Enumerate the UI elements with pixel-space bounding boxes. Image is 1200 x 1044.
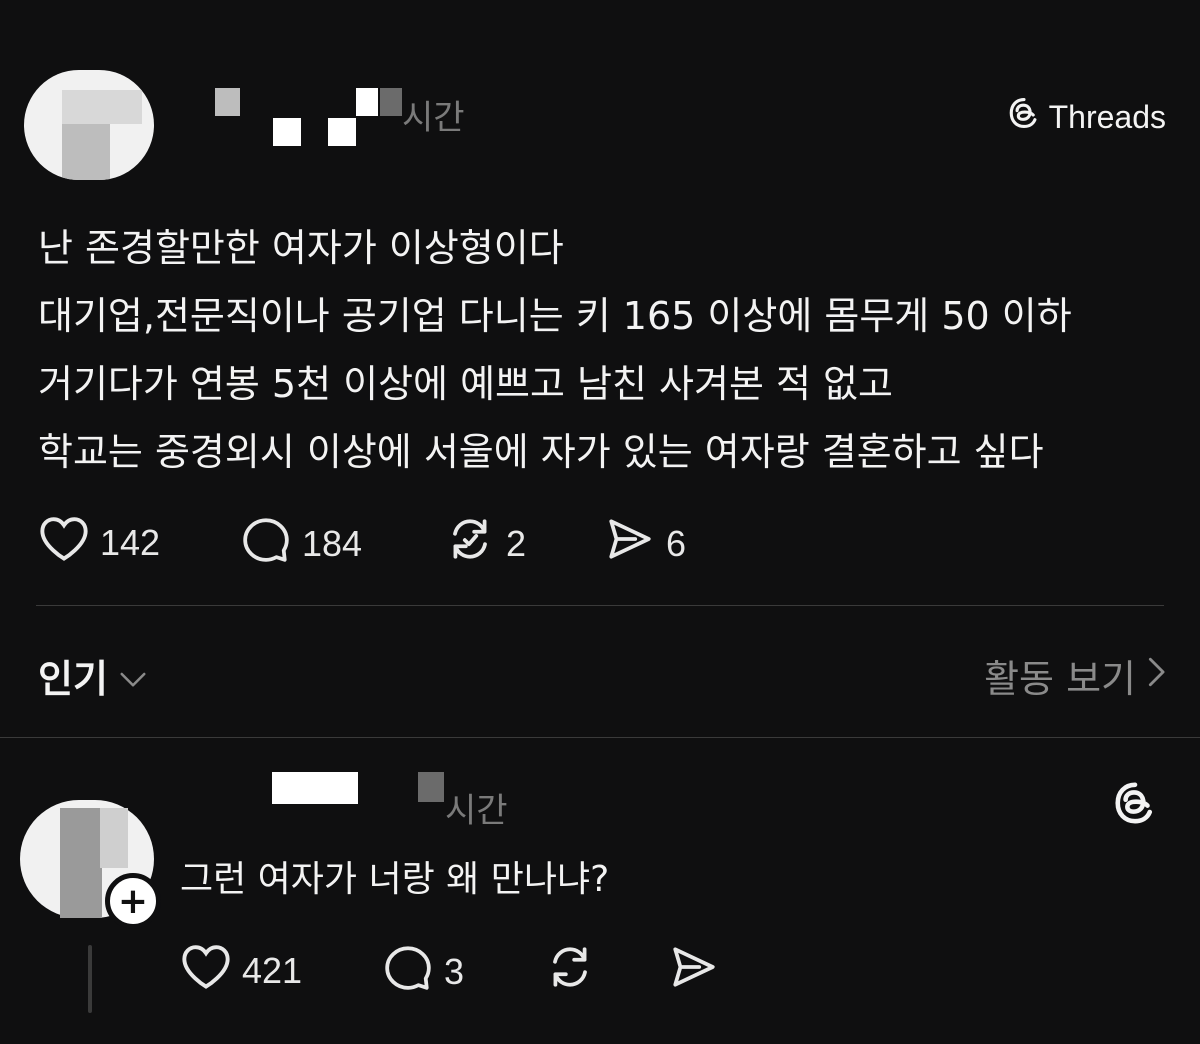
avatar-pixelation (60, 808, 102, 918)
reply-text: 그런 여자가 너랑 왜 만나냐? (180, 859, 610, 900)
heart-icon (180, 942, 232, 999)
send-icon (604, 514, 656, 573)
repost-button[interactable]: 2 (444, 514, 526, 573)
mosaic-block (273, 118, 301, 146)
post-time: 시간 (402, 98, 465, 138)
plus-icon: + (117, 880, 149, 922)
comment-count: 184 (302, 522, 363, 564)
mosaic-block (272, 772, 358, 804)
mosaic-block (380, 88, 402, 116)
post-text: 난 존경할만한 여자가 이상형이다 대기업,전문직이나 공기업 다니는 키 16… (38, 226, 1072, 474)
repost-icon (444, 514, 496, 573)
heart-icon (38, 514, 90, 571)
author-avatar[interactable] (24, 70, 154, 180)
like-button[interactable]: 142 (38, 514, 160, 571)
send-icon (668, 942, 720, 1001)
mosaic-block (215, 88, 240, 116)
reply-like-button[interactable]: 421 (180, 942, 302, 999)
reply-time: 시간 (445, 791, 508, 831)
share-button[interactable]: 6 (604, 514, 686, 573)
chevron-right-icon (1146, 654, 1166, 698)
threads-brand[interactable]: Threads (1007, 96, 1166, 138)
like-count: 142 (100, 521, 161, 563)
reply-comment-count: 3 (444, 950, 465, 992)
view-activity-link[interactable]: 활동 보기 (984, 648, 1166, 703)
comment-button[interactable]: 184 (240, 514, 362, 573)
mosaic-block (418, 772, 444, 802)
reply-share-button[interactable] (668, 942, 720, 1001)
threads-logo-icon[interactable] (1112, 780, 1158, 830)
sort-label: 인기 (38, 657, 108, 701)
avatar-pixelation (62, 90, 142, 124)
activity-label: 활동 보기 (984, 657, 1136, 701)
reply-like-count: 421 (242, 949, 303, 991)
mosaic-block (328, 118, 356, 146)
thread-line (88, 945, 92, 1013)
avatar-pixelation (100, 808, 128, 868)
divider (0, 737, 1200, 738)
threads-logo-icon (1007, 96, 1041, 138)
divider (36, 605, 1164, 606)
reply-repost-button[interactable] (544, 942, 596, 1001)
repost-icon (544, 942, 596, 1001)
repost-count: 2 (506, 522, 527, 564)
avatar-pixelation (62, 124, 110, 180)
sort-dropdown[interactable]: 인기 (38, 648, 148, 703)
comment-icon (382, 942, 434, 1001)
follow-button[interactable]: + (105, 873, 161, 929)
comment-icon (240, 514, 292, 573)
mosaic-block (356, 88, 378, 116)
share-count: 6 (666, 522, 687, 564)
reply-comment-button[interactable]: 3 (382, 942, 464, 1001)
chevron-down-icon (118, 654, 148, 698)
brand-label: Threads (1048, 98, 1166, 135)
